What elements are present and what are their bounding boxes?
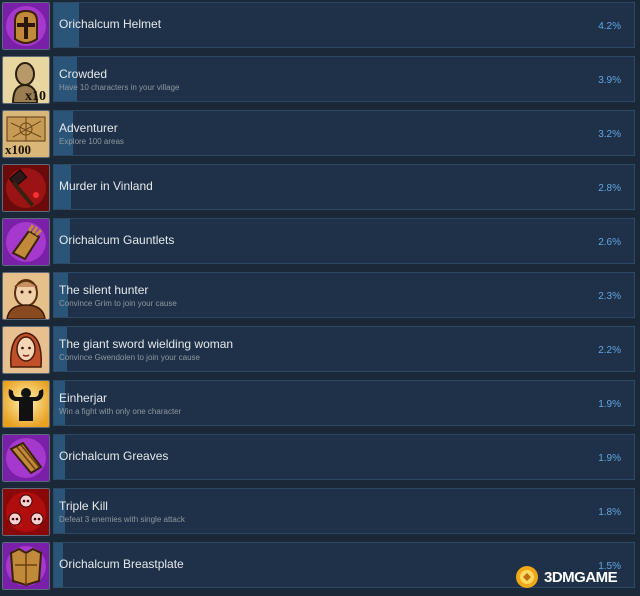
unlock-percent: 2.3% — [598, 291, 621, 302]
achievement-title: Orichalcum Greaves — [59, 449, 169, 463]
grim-portrait-icon — [2, 272, 50, 320]
unlock-percent: 3.2% — [598, 129, 621, 140]
achievement-row[interactable]: Murder in Vinland 2.8% — [0, 164, 640, 216]
unlock-percent: 1.9% — [598, 399, 621, 410]
achievement-title: Triple Kill — [59, 499, 108, 513]
achievement-panel: Orichalcum Greaves 1.9% — [53, 434, 635, 480]
achievement-row[interactable]: Orichalcum Helmet 4.2% — [0, 2, 640, 54]
achievement-title: Orichalcum Breastplate — [59, 557, 184, 571]
achievement-title: Adventurer — [59, 121, 118, 135]
achievement-title: The giant sword wielding woman — [59, 337, 234, 351]
achievement-row[interactable]: The silent hunter Convince Grim to join … — [0, 272, 640, 324]
orichalcum-helmet-icon — [2, 2, 50, 50]
crowded-villager-icon: x10 — [2, 56, 50, 104]
achievement-panel: Orichalcum Helmet 4.2% — [53, 2, 635, 48]
achievement-title: Orichalcum Helmet — [59, 17, 162, 31]
achievement-description: Have 10 characters in your village — [59, 83, 180, 92]
achievement-row[interactable]: Triple Kill Defeat 3 enemies with single… — [0, 488, 640, 540]
x10-badge: x10 — [25, 89, 46, 103]
achievement-panel: The silent hunter Convince Grim to join … — [53, 272, 635, 318]
unlock-percent: 1.9% — [598, 453, 621, 464]
gwendolen-portrait-icon — [2, 326, 50, 374]
strongman-silhouette-icon — [2, 380, 50, 428]
achievement-title: The silent hunter — [59, 283, 149, 297]
achievement-description: Explore 100 areas — [59, 137, 124, 146]
achievement-title: Murder in Vinland — [59, 179, 153, 193]
unlock-percent: 2.8% — [598, 183, 621, 194]
orichalcum-breastplate-icon — [2, 542, 50, 590]
watermark-logo: 3DMGAME — [514, 564, 632, 590]
achievement-panel: Einherjar Win a fight with only one char… — [53, 380, 635, 426]
achievement-row[interactable]: Orichalcum Gauntlets 2.6% — [0, 218, 640, 270]
unlock-percent: 2.6% — [598, 237, 621, 248]
unlock-percent: 1.8% — [598, 507, 621, 518]
unlock-percent: 4.2% — [598, 21, 621, 32]
bloody-hammer-icon — [2, 164, 50, 212]
achievement-row[interactable]: x10 Crowded Have 10 characters in your v… — [0, 56, 640, 108]
unlock-percent: 2.2% — [598, 345, 621, 356]
achievement-panel: Murder in Vinland 2.8% — [53, 164, 635, 210]
achievement-panel: The giant sword wielding woman Convince … — [53, 326, 635, 372]
orichalcum-gauntlets-icon — [2, 218, 50, 266]
orichalcum-greaves-icon — [2, 434, 50, 482]
achievement-description: Convince Gwendolen to join your cause — [59, 353, 200, 362]
three-skulls-icon — [2, 488, 50, 536]
achievement-panel: Orichalcum Gauntlets 2.6% — [53, 218, 635, 264]
achievement-title: Orichalcum Gauntlets — [59, 233, 175, 247]
achievement-panel: Crowded Have 10 characters in your villa… — [53, 56, 635, 102]
achievement-list: Orichalcum Helmet 4.2% x10 Crowded Have … — [0, 2, 640, 596]
unlock-percent: 3.9% — [598, 75, 621, 86]
map-icon: x100 — [2, 110, 50, 158]
watermark-text: 3DMGAME — [544, 569, 618, 586]
achievement-row[interactable]: Orichalcum Greaves 1.9% — [0, 434, 640, 486]
achievement-panel: Adventurer Explore 100 areas 3.2% — [53, 110, 635, 156]
achievement-description: Defeat 3 enemies with single attack — [59, 515, 185, 524]
achievement-panel: Triple Kill Defeat 3 enemies with single… — [53, 488, 635, 534]
watermark-badge-icon — [516, 566, 538, 588]
achievement-title: Crowded — [59, 67, 108, 81]
achievement-description: Win a fight with only one character — [59, 407, 182, 416]
achievement-row[interactable]: x100 Adventurer Explore 100 areas 3.2% — [0, 110, 640, 162]
x100-badge: x100 — [5, 142, 31, 157]
achievement-description: Convince Grim to join your cause — [59, 299, 177, 308]
achievement-row[interactable]: The giant sword wielding woman Convince … — [0, 326, 640, 378]
achievement-title: Einherjar — [59, 391, 108, 405]
achievement-row[interactable]: Einherjar Win a fight with only one char… — [0, 380, 640, 432]
